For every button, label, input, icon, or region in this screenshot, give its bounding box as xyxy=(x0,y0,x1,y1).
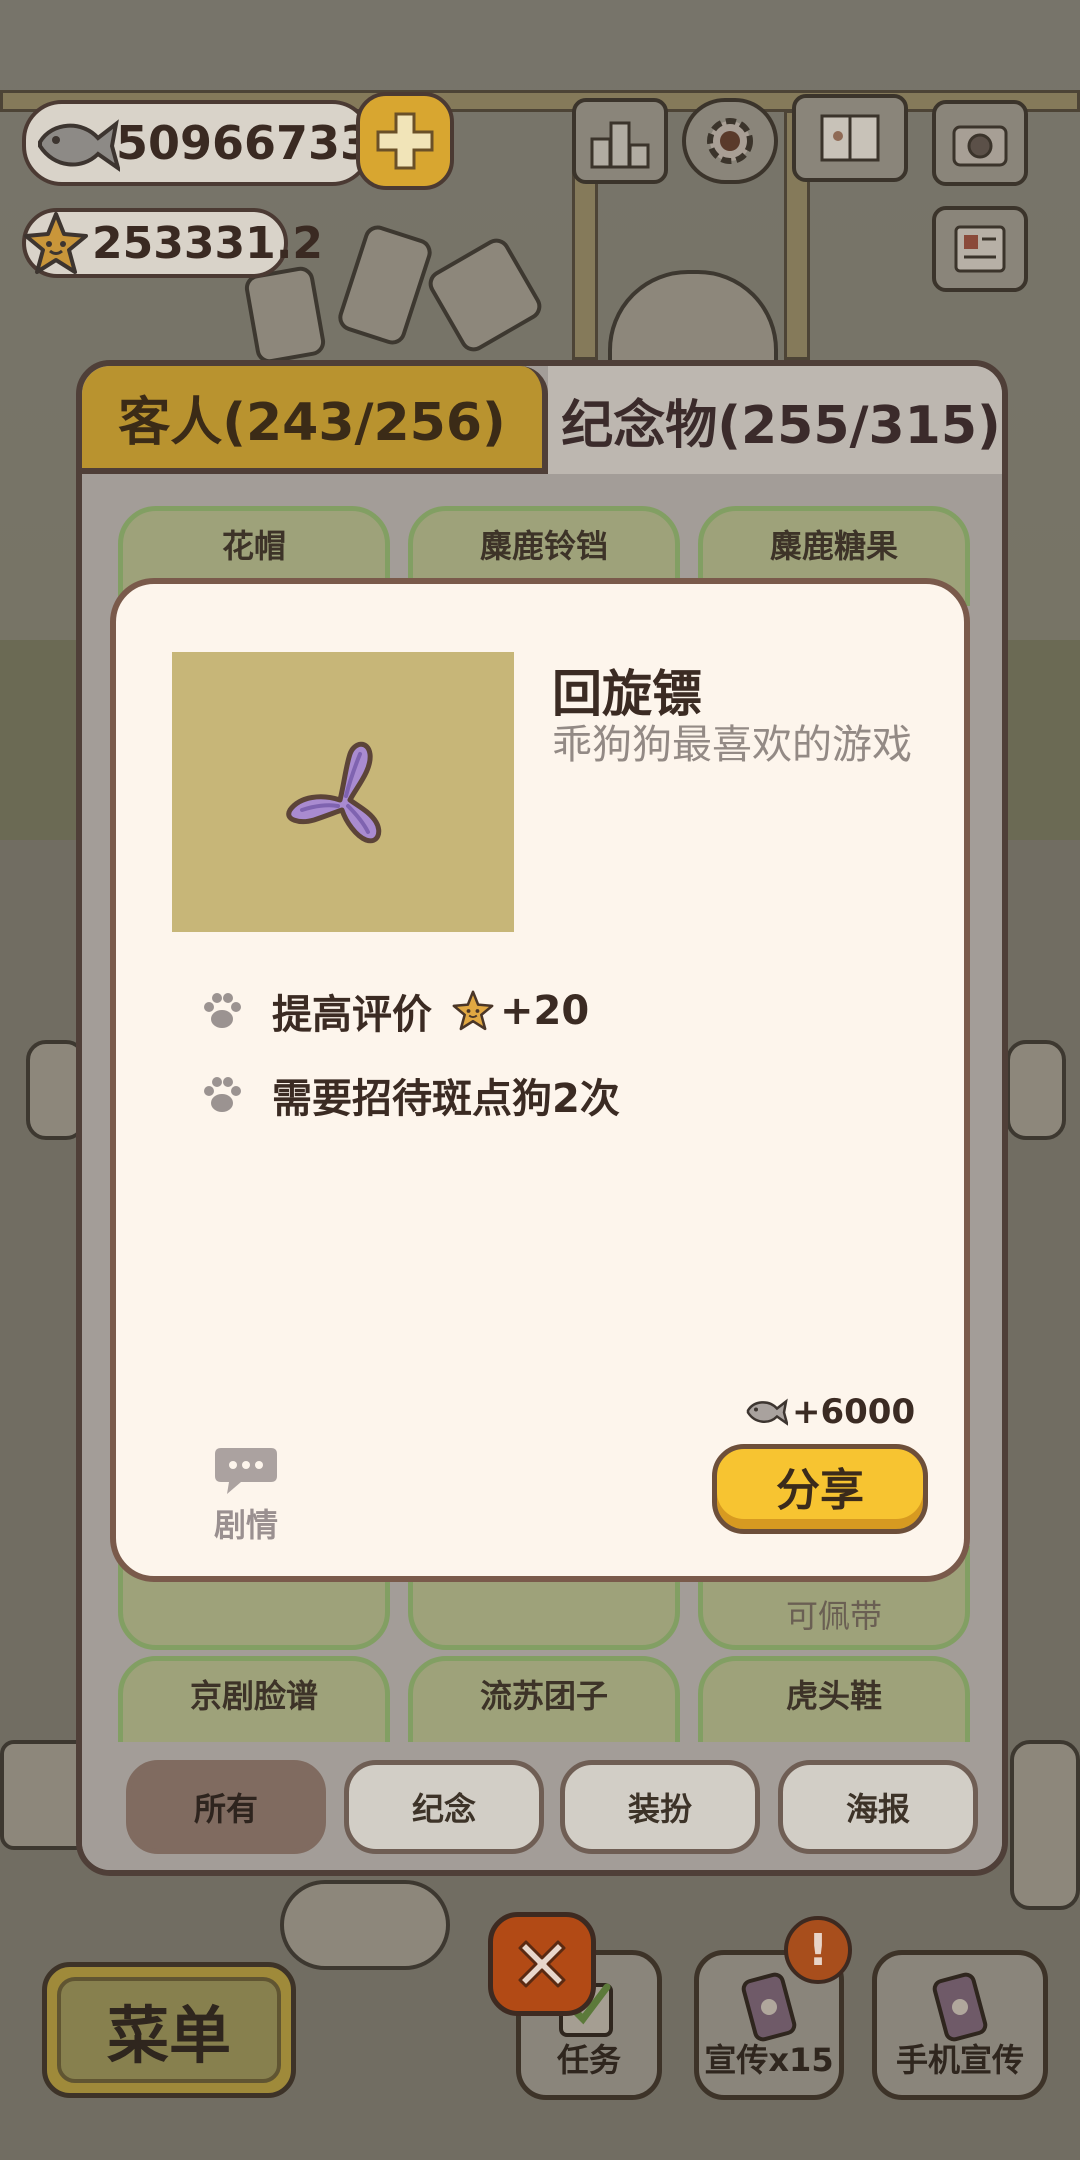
hanging-card-decor xyxy=(242,264,328,366)
requirement-row: 需要招待斑点狗2次 xyxy=(200,1066,620,1124)
close-icon xyxy=(518,1940,566,1988)
effect-row: 提高评价 +20 xyxy=(200,982,589,1040)
souvenir-card[interactable]: 流苏团子 xyxy=(408,1656,680,1756)
item-image-frame xyxy=(172,652,514,932)
tab-souvenirs[interactable]: 纪念物(255/315) xyxy=(548,366,1002,474)
newspaper-icon xyxy=(954,225,1006,273)
settings-gear-icon xyxy=(707,118,753,164)
settings-button[interactable] xyxy=(682,98,778,184)
share-reward: +6000 xyxy=(744,1392,915,1432)
filter-all[interactable]: 所有 xyxy=(126,1760,326,1854)
newspaper-button[interactable] xyxy=(932,206,1028,292)
paw-icon xyxy=(204,993,241,1028)
arch-window-decor xyxy=(608,270,778,370)
phone-promotion-button[interactable]: 手机宣传 xyxy=(872,1950,1048,2100)
boomerang-icon xyxy=(286,741,382,844)
effect-value: +20 xyxy=(500,988,590,1034)
promo-phone-icon xyxy=(741,1972,797,2042)
chair-decor xyxy=(423,233,547,357)
requirement-text: 需要招待斑点狗2次 xyxy=(272,1076,620,1122)
souvenir-card[interactable]: 虎头鞋 xyxy=(698,1656,970,1756)
share-button[interactable]: 分享 xyxy=(712,1444,928,1534)
plus-icon xyxy=(376,112,434,170)
alert-badge: ! xyxy=(784,1916,852,1984)
star-count: 253331.2 xyxy=(92,217,324,269)
camera-button[interactable] xyxy=(932,100,1028,186)
star-icon xyxy=(452,990,494,1031)
phone-promo-icon xyxy=(932,1972,988,2042)
story-button[interactable]: 剧情 xyxy=(196,1444,296,1546)
fish-icon xyxy=(746,1398,788,1426)
hanging-card-decor xyxy=(334,221,436,349)
ranking-button[interactable] xyxy=(572,98,668,184)
customer-decor xyxy=(1010,1740,1080,1910)
souvenir-card[interactable]: 京剧脸谱 xyxy=(118,1656,390,1756)
filter-souvenir[interactable]: 纪念 xyxy=(344,1760,544,1854)
paw-icon xyxy=(204,1077,241,1112)
menu-button[interactable]: 菜单 xyxy=(42,1962,296,2098)
item-description: 乖狗狗最喜欢的游戏 xyxy=(552,722,912,768)
star-icon xyxy=(24,212,88,274)
dog-customer-decor xyxy=(280,1880,450,1970)
star-rating-bar: 253331.2 xyxy=(22,208,323,278)
story-label: 剧情 xyxy=(213,1506,278,1544)
paw-book-icon xyxy=(820,114,880,162)
effect-label: 提高评价 xyxy=(272,992,432,1038)
fish-icon xyxy=(38,119,120,172)
add-currency-button[interactable] xyxy=(356,92,454,190)
ranking-icon xyxy=(590,121,650,169)
filter-costume[interactable]: 装扮 xyxy=(560,1760,760,1854)
filter-poster[interactable]: 海报 xyxy=(778,1760,978,1854)
collection-book-button[interactable] xyxy=(792,94,908,182)
reward-amount: +6000 xyxy=(792,1392,916,1432)
speech-bubble-icon xyxy=(215,1448,277,1494)
menu-label: 菜单 xyxy=(106,1999,231,2072)
side-arrow-right-icon xyxy=(1006,1040,1066,1140)
camera-icon xyxy=(952,125,1008,167)
close-button[interactable] xyxy=(488,1912,596,2016)
souvenir-detail-card: 回旋镖 乖狗狗最喜欢的游戏 提高评价 +20 需要招待斑点狗2次 +6000 分… xyxy=(110,578,970,1582)
fish-currency-bar: 509667334 xyxy=(22,100,404,186)
tab-guests[interactable]: 客人(243/256) xyxy=(82,366,548,474)
